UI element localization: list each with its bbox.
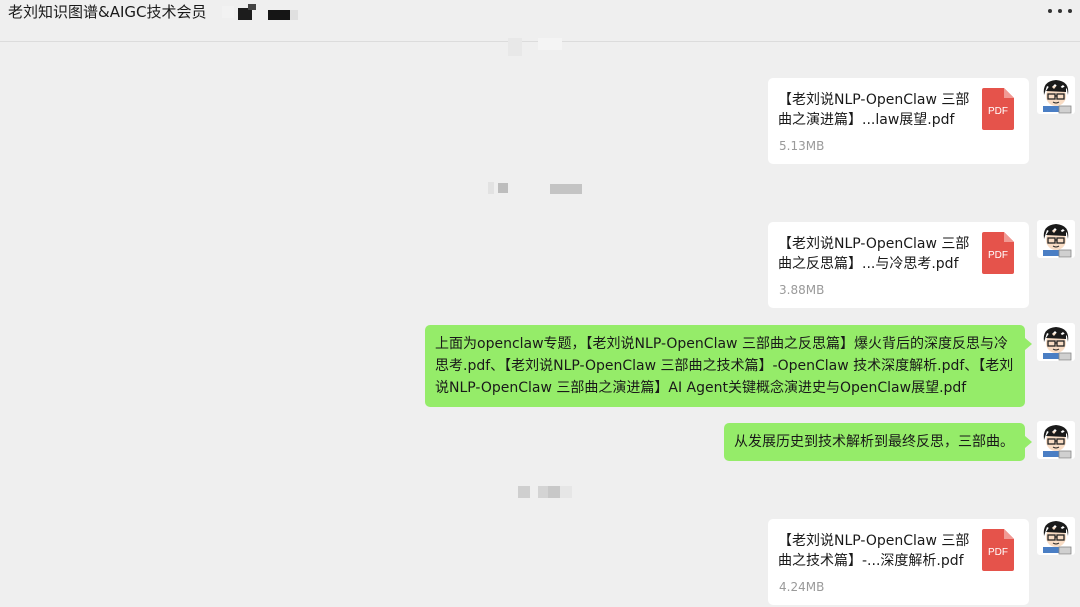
chat-title: 老刘知识图谱&AIGC技术会员 <box>8 3 207 21</box>
message-text: 从发展历史到技术解析到最终反思，三部曲。 <box>734 434 1014 450</box>
avatar[interactable] <box>1037 323 1075 361</box>
pdf-file-icon: PDF <box>982 232 1014 274</box>
redacted-system-notice <box>488 180 588 196</box>
pdf-icon-label: PDF <box>988 547 1008 558</box>
more-horizontal-icon <box>1048 9 1052 13</box>
pdf-icon-label: PDF <box>988 106 1008 117</box>
text-message-bubble[interactable]: 从发展历史到技术解析到最终反思，三部曲。 <box>724 423 1025 461</box>
avatar[interactable] <box>1037 76 1075 114</box>
avatar-cartoon-icon <box>1043 224 1072 258</box>
bubble-tail <box>1025 436 1032 448</box>
more-options-button[interactable] <box>1048 4 1072 18</box>
avatar-cartoon-icon <box>1043 80 1072 114</box>
avatar-cartoon-icon <box>1043 425 1072 459</box>
redacted-system-notice <box>500 34 570 64</box>
redacted-title-mosaic <box>222 4 302 20</box>
avatar-cartoon-icon <box>1043 521 1072 555</box>
text-message-bubble[interactable]: 上面为openclaw专题，【老刘说NLP-OpenClaw 三部曲之反思篇】爆… <box>425 325 1025 407</box>
avatar-cartoon-icon <box>1043 327 1072 361</box>
avatar[interactable] <box>1037 220 1075 258</box>
file-name: 【老刘说NLP-OpenClaw 三部曲之演进篇】...law展望.pdf <box>778 92 970 128</box>
file-message-card[interactable]: 【老刘说NLP-OpenClaw 三部曲之技术篇】-...深度解析.pdf 4.… <box>768 519 1029 605</box>
file-name: 【老刘说NLP-OpenClaw 三部曲之技术篇】-...深度解析.pdf <box>778 533 970 569</box>
avatar[interactable] <box>1037 517 1075 555</box>
bubble-tail <box>1025 338 1032 350</box>
redacted-system-notice <box>516 484 576 500</box>
more-horizontal-icon <box>1068 9 1072 13</box>
message-text: 上面为openclaw专题，【老刘说NLP-OpenClaw 三部曲之反思篇】爆… <box>435 336 1014 396</box>
file-size: 5.13MB <box>779 139 825 153</box>
more-horizontal-icon <box>1058 9 1062 13</box>
pdf-icon-label: PDF <box>988 250 1008 261</box>
file-message-card[interactable]: 【老刘说NLP-OpenClaw 三部曲之反思篇】...与冷思考.pdf 3.8… <box>768 222 1029 308</box>
file-size: 4.24MB <box>779 580 825 594</box>
pdf-file-icon: PDF <box>982 529 1014 571</box>
file-name: 【老刘说NLP-OpenClaw 三部曲之反思篇】...与冷思考.pdf <box>778 236 970 272</box>
pdf-file-icon: PDF <box>982 88 1014 130</box>
file-message-card[interactable]: 【老刘说NLP-OpenClaw 三部曲之演进篇】...law展望.pdf 5.… <box>768 78 1029 164</box>
avatar[interactable] <box>1037 421 1075 459</box>
file-size: 3.88MB <box>779 283 825 297</box>
